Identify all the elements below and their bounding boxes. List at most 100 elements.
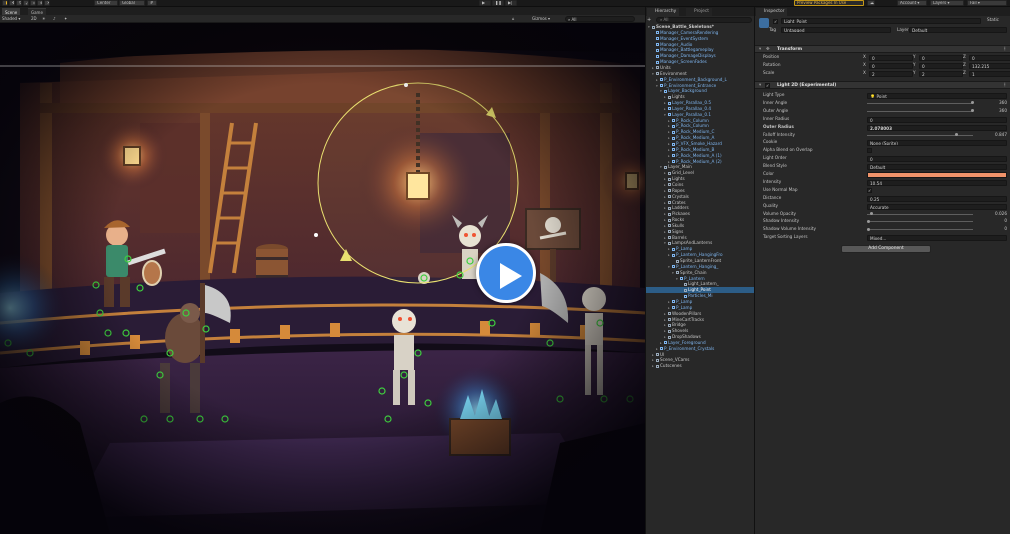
falloff-intensity-slider-knob[interactable]	[955, 133, 959, 136]
target-sorting-layers-dropdown[interactable]: Mixed...	[867, 235, 1007, 242]
volume-opacity-slider[interactable]	[867, 213, 973, 215]
outer-angle-value[interactable]: 360	[977, 108, 1007, 114]
transform-scale-field[interactable]: 1	[969, 71, 1010, 77]
use-normal-map-checkbox[interactable]: ✓	[867, 187, 872, 193]
axis-label[interactable]: Z	[963, 54, 966, 60]
inner-radius-field[interactable]: 0	[867, 116, 1007, 123]
gameobject-icon	[668, 323, 671, 327]
rotate-tool-button[interactable]: ↻	[16, 0, 22, 6]
transform-scale-field[interactable]: 2	[869, 71, 913, 77]
outer-angle-slider[interactable]	[867, 110, 973, 112]
video-play-button[interactable]	[476, 243, 536, 303]
distance-field[interactable]: 0.25	[867, 195, 1007, 202]
hand-tool-button[interactable]: ✋	[2, 0, 8, 6]
outer-radius-field[interactable]: 2.078003	[867, 124, 1007, 131]
audio-toggle-icon[interactable]: ♪	[51, 16, 58, 22]
gizmos-dropdown[interactable]: Gizmos ▾	[530, 16, 552, 22]
object-name-field[interactable]: Light_Point	[781, 18, 981, 24]
transform-tool-button[interactable]: ⊕	[37, 0, 43, 6]
mode-2d-toggle[interactable]: 2D	[29, 16, 39, 22]
shadow-volume-intensity-slider[interactable]	[867, 229, 973, 231]
volume-opacity-slider-knob[interactable]	[869, 212, 873, 215]
cookie-field[interactable]: None (Sprite)	[867, 140, 1007, 147]
alpha-blend-on-overlap-checkbox[interactable]	[867, 148, 872, 154]
transform-position-field[interactable]: 0	[969, 55, 1010, 61]
layers-dropdown[interactable]: Layers ▾	[930, 0, 964, 6]
tab-inspector[interactable]: Inspector	[756, 8, 788, 16]
transform-header[interactable]: ▾ ✥ Transform ⋮	[755, 45, 1010, 53]
pivot-global-toggle[interactable]: Global	[119, 0, 145, 6]
light2d-enabled-checkbox[interactable]: ✓	[765, 83, 770, 88]
hierarchy-row-label: P_Lamp	[676, 298, 693, 304]
tab-project[interactable]: Project	[686, 8, 713, 16]
move-tool-button[interactable]: ✥	[9, 0, 15, 6]
tab-hierarchy[interactable]: Hierarchy	[647, 8, 680, 16]
axis-label[interactable]: Y	[913, 70, 916, 76]
tab-game[interactable]: Game	[28, 8, 46, 15]
effects-toggle-icon[interactable]: ✦	[62, 16, 69, 22]
account-dropdown[interactable]: Account ▾	[897, 0, 927, 6]
scene-viewport[interactable]	[0, 23, 645, 534]
component-menu-icon[interactable]: ⋮	[1003, 82, 1007, 89]
preview-packages-badge[interactable]: Preview Packages In Use	[794, 0, 864, 6]
outer-angle-label: Outer Angle	[763, 107, 789, 113]
shadow-intensity-slider-knob[interactable]	[867, 219, 870, 223]
pause-button[interactable]: ❚❚	[492, 0, 504, 6]
tab-scene[interactable]: Scene	[2, 8, 21, 15]
step-button[interactable]: ▶|	[505, 0, 517, 6]
tag-dropdown[interactable]: Untagged	[781, 27, 891, 33]
layout-dropdown[interactable]: Fail ▾	[967, 0, 1007, 6]
custom-tool-button[interactable]: ✕	[44, 0, 50, 6]
transform-rotation-field[interactable]: 0	[919, 63, 963, 69]
transform-scale-field[interactable]: 2	[919, 71, 963, 77]
camera-settings-icon[interactable]: ⌂	[510, 16, 517, 22]
shadow-intensity-value[interactable]: 0	[977, 218, 1007, 224]
active-checkbox[interactable]: ✓	[773, 19, 778, 24]
axis-label[interactable]: Y	[913, 62, 916, 68]
transform-position-field[interactable]: 0	[919, 55, 963, 61]
inner-angle-slider-knob[interactable]	[971, 101, 974, 105]
axis-label[interactable]: X	[863, 54, 866, 60]
rect-tool-button[interactable]: ▭	[30, 0, 36, 6]
blend-style-dropdown[interactable]: Default	[867, 164, 1007, 171]
axis-label[interactable]: X	[863, 70, 866, 76]
outer-angle-slider-knob[interactable]	[971, 109, 974, 113]
snap-button[interactable]: #	[147, 0, 157, 6]
cookie-value: None (Sprite)	[870, 141, 898, 147]
scene-search-input[interactable]: ⌕ All	[565, 16, 635, 22]
volume-opacity-value[interactable]: 0.026	[977, 211, 1007, 217]
lighting-toggle-icon[interactable]: ☀	[40, 16, 48, 22]
create-add-icon[interactable]: +	[647, 17, 653, 23]
hierarchy-search-input[interactable]: ⌕ All	[656, 17, 752, 23]
static-label[interactable]: Static	[987, 17, 999, 23]
inner-angle-value[interactable]: 360	[977, 100, 1007, 106]
add-component-button[interactable]: Add Component	[841, 245, 931, 253]
inner-angle-slider[interactable]	[867, 102, 973, 104]
shadow-intensity-slider[interactable]	[867, 221, 973, 223]
light2d-header[interactable]: ▾ ✓ Light 2D (Experimental) ⋮	[755, 81, 1010, 89]
transform-rotation-field[interactable]: 132.215	[969, 63, 1010, 69]
play-button[interactable]: ▶	[479, 0, 491, 6]
light-order-field[interactable]: 0	[867, 156, 1007, 163]
scale-tool-button[interactable]: ⤢	[23, 0, 29, 6]
axis-label[interactable]: Y	[913, 54, 916, 60]
cloud-icon[interactable]: ☁	[867, 0, 875, 6]
intensity-field[interactable]: 10.54	[867, 179, 1007, 186]
pivot-center-toggle[interactable]: Center	[94, 0, 118, 6]
falloff-intensity-value[interactable]: 0.847	[977, 132, 1007, 138]
shadow-volume-intensity-value[interactable]: 0	[977, 226, 1007, 232]
axis-label[interactable]: X	[863, 62, 866, 68]
shadow-volume-intensity-slider-knob[interactable]	[867, 227, 870, 231]
axis-label[interactable]: Z	[963, 62, 966, 68]
quality-dropdown[interactable]: Accurate	[867, 203, 1007, 210]
axis-label[interactable]: Z	[963, 70, 966, 76]
hierarchy-row[interactable]: ▸ Cutscenes	[646, 363, 754, 369]
transform-position-field[interactable]: 0	[869, 55, 913, 61]
light-type-dropdown[interactable]: 💡 Point	[867, 93, 1007, 99]
component-menu-icon[interactable]: ⋮	[1003, 46, 1007, 53]
color-swatch[interactable]	[867, 172, 1007, 178]
shading-mode-dropdown[interactable]: Shaded ▾	[0, 16, 22, 22]
transform-rotation-field[interactable]: 0	[869, 63, 913, 69]
layer-dropdown[interactable]: Default	[909, 27, 1007, 33]
gameobject-icon	[668, 171, 671, 175]
